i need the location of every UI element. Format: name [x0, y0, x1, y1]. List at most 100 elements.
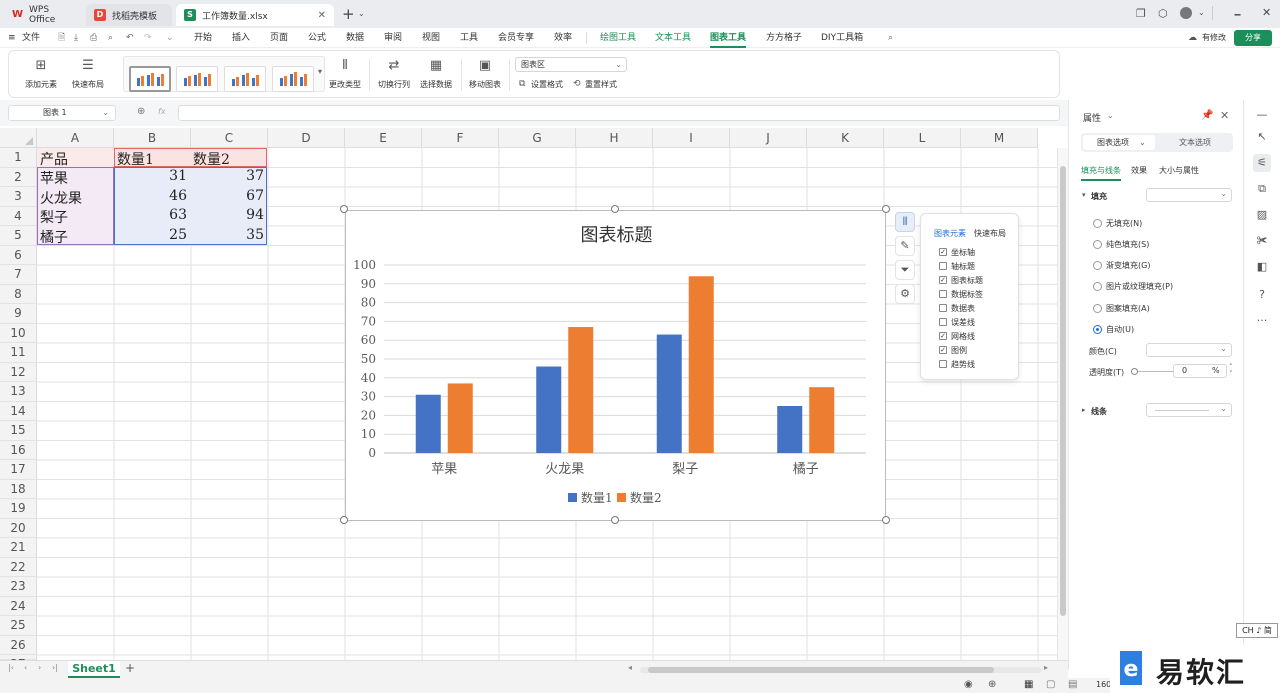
redo-icon[interactable]: ↷ [144, 28, 152, 48]
name-box[interactable]: 图表 1 ⌄ [8, 105, 116, 121]
row-header-4[interactable]: 4 [0, 206, 37, 226]
row-header-12[interactable]: 12 [0, 362, 37, 382]
cell-B2[interactable]: 31 [114, 168, 187, 184]
tab-workbook[interactable]: S 工作簿数量.xlsx ✕ [176, 4, 334, 26]
quick-layout-button[interactable]: ☰ 快速布局 [65, 51, 111, 99]
eye-icon[interactable]: ◉ [964, 679, 973, 690]
column-header-I[interactable]: I [653, 128, 730, 148]
share-button[interactable]: 分享 [1234, 30, 1272, 46]
menu-data[interactable]: 数据 [346, 28, 364, 48]
tab-docer[interactable]: D 找稻壳模板 [86, 4, 172, 26]
menu-fangfang[interactable]: 方方格子 [766, 28, 802, 48]
print-icon[interactable]: ⎙ [90, 28, 97, 48]
close-tab-icon[interactable]: ✕ [318, 10, 326, 21]
chart-elements-icon[interactable]: ⫴ [895, 212, 915, 232]
cube-icon[interactable]: ⬡ [1158, 7, 1168, 20]
chart-style-2[interactable] [176, 66, 218, 92]
popup-tab-elements[interactable]: 图表元素 [934, 228, 966, 239]
column-header-G[interactable]: G [499, 128, 576, 148]
set-format-button[interactable]: 设置格式 [531, 79, 563, 90]
cell-C5[interactable]: 35 [190, 227, 264, 243]
checkbox-checked[interactable]: ✓ [939, 346, 947, 354]
column-header-L[interactable]: L [884, 128, 961, 148]
scroll-right-icon[interactable]: ▸ [1044, 663, 1048, 672]
cell-C2[interactable]: 37 [190, 168, 264, 184]
row-header-6[interactable]: 6 [0, 245, 37, 265]
cell-A3[interactable]: 火龙果 [40, 188, 82, 208]
resize-handle-sw[interactable] [340, 516, 348, 524]
switch-rowcol-button[interactable]: ⇄ 切换行列 [375, 51, 413, 99]
menu-member[interactable]: 会员专享 [498, 28, 534, 48]
row-header-11[interactable]: 11 [0, 343, 37, 363]
restore-layout-icon[interactable]: ❐ [1136, 7, 1146, 20]
menu-text-tools[interactable]: 文本工具 [655, 28, 691, 48]
save-icon[interactable]: 🗎 [58, 28, 65, 48]
row-header-23[interactable]: 23 [0, 577, 37, 597]
menu-home[interactable]: 开始 [194, 28, 212, 48]
close-panel-icon[interactable]: ✕ [1220, 109, 1229, 122]
avatar[interactable] [1180, 7, 1192, 19]
menu-chart-tools[interactable]: 图表工具 [710, 28, 747, 48]
column-header-F[interactable]: F [422, 128, 499, 148]
first-sheet-icon[interactable]: |‹ [8, 663, 14, 672]
zoom-icon[interactable]: ⊕ [137, 106, 145, 117]
chevron-down-icon[interactable]: ⌄ [166, 28, 174, 48]
fill-auto-radio[interactable]: 自动(U) [1093, 324, 1134, 335]
resize-handle-nw[interactable] [340, 205, 348, 213]
cell-C3[interactable]: 67 [190, 188, 264, 204]
export-icon[interactable]: ⤓ [74, 28, 78, 48]
menu-file[interactable]: 文件 [22, 28, 40, 48]
row-header-25[interactable]: 25 [0, 616, 37, 636]
row-header-20[interactable]: 20 [0, 518, 37, 538]
zoom-level[interactable]: 160 [1096, 680, 1111, 689]
menu-review[interactable]: 审阅 [384, 28, 402, 48]
row-header-3[interactable]: 3 [0, 187, 37, 207]
fill-pattern-radio[interactable]: 图案填充(A) [1093, 303, 1150, 314]
chart-style-4[interactable] [272, 66, 314, 92]
row-header-19[interactable]: 19 [0, 499, 37, 519]
cell-C4[interactable]: 94 [190, 207, 264, 223]
line-dropdown[interactable]: ⌄ [1146, 403, 1232, 417]
search-icon[interactable]: ⌕ [888, 28, 893, 48]
column-header-H[interactable]: H [576, 128, 653, 148]
resize-handle-ne[interactable] [882, 205, 890, 213]
row-header-7[interactable]: 7 [0, 265, 37, 285]
cell-B4[interactable]: 63 [114, 207, 187, 223]
chart-element-option[interactable]: ✓ 图表标题 [939, 274, 983, 286]
checkbox-checked[interactable]: ✓ [939, 332, 947, 340]
chart-area[interactable]: 图表标题 0 10 20 30 40 50 60 70 80 90 100 苹果 火龙果 梨子 橘子 数量1 数… [345, 210, 886, 521]
menu-efficiency[interactable]: 效率 [554, 28, 572, 48]
chart-element-option[interactable]: 趋势线 [939, 358, 975, 370]
fill-gradient-radio[interactable]: 渐变填充(G) [1093, 260, 1150, 271]
gallery-expand-icon[interactable]: ▾ [318, 67, 322, 76]
horizontal-scrollbar[interactable] [640, 667, 1042, 673]
checkbox-checked[interactable]: ✓ [939, 276, 947, 284]
transparency-input[interactable]: 0 % [1173, 364, 1227, 378]
chart-element-option[interactable]: ✓ 图例 [939, 344, 967, 356]
cell-B1[interactable]: 数量1 [117, 149, 154, 169]
chevron-down-icon[interactable]: ⌄ [1198, 8, 1205, 17]
menu-insert[interactable]: 插入 [232, 28, 250, 48]
menu-formula[interactable]: 公式 [308, 28, 326, 48]
prev-sheet-icon[interactable]: ‹ [24, 663, 27, 672]
chart-element-option[interactable]: ✓ 坐标轴 [939, 246, 975, 258]
row-header-14[interactable]: 14 [0, 401, 37, 421]
row-header-26[interactable]: 26 [0, 635, 37, 655]
cell-B3[interactable]: 46 [114, 188, 187, 204]
normal-view-icon[interactable]: ▦ [1024, 679, 1033, 690]
resize-handle-se[interactable] [882, 516, 890, 524]
subtab-fill-line[interactable]: 填充与线条 [1081, 165, 1121, 181]
more-icon[interactable]: ··· [1253, 312, 1271, 330]
next-sheet-icon[interactable]: › [38, 663, 41, 672]
checkbox[interactable] [939, 262, 947, 270]
minimize-window-icon[interactable]: 🗕 [1234, 7, 1241, 24]
page-view-icon[interactable]: ▢ [1046, 679, 1055, 690]
chart-style-brush-icon[interactable]: ✎ [895, 236, 915, 256]
cell-B5[interactable]: 25 [114, 227, 187, 243]
row-header-16[interactable]: 16 [0, 440, 37, 460]
chart-element-option[interactable]: 数据表 [939, 302, 975, 314]
row-header-9[interactable]: 9 [0, 304, 37, 324]
row-header-5[interactable]: 5 [0, 226, 37, 246]
add-element-button[interactable]: ⊞ 添加元素 [19, 51, 63, 99]
chart-element-option[interactable]: 轴标题 [939, 260, 975, 272]
